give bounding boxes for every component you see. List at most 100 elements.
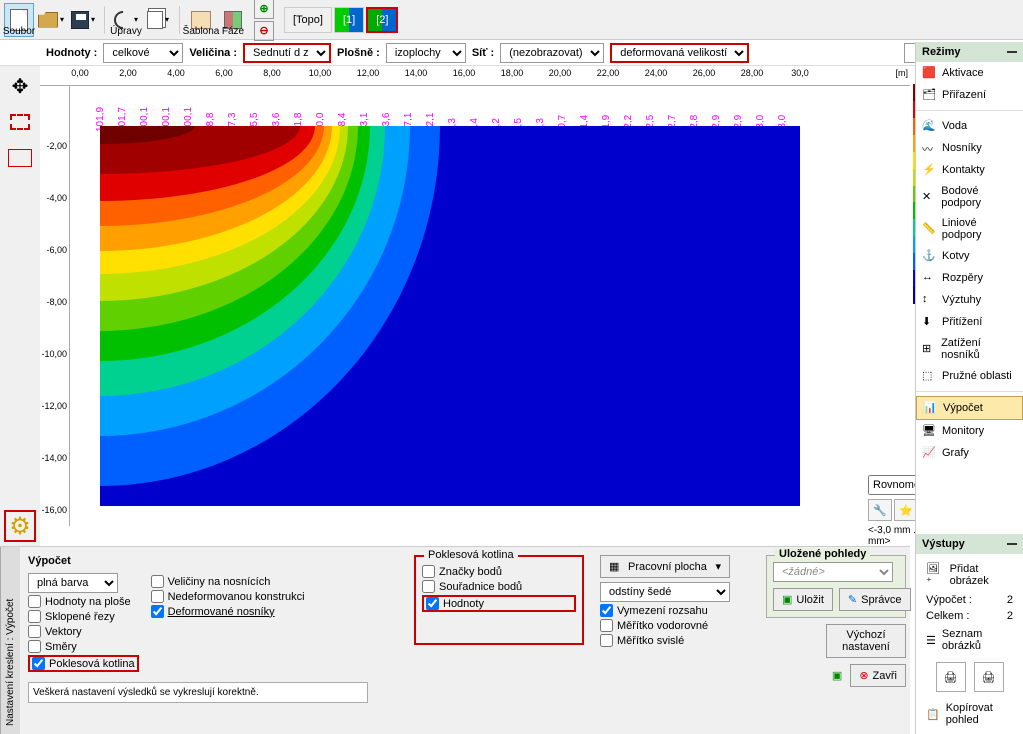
mode-icon: ↕ (922, 293, 936, 307)
shades-select[interactable]: odstíny šedé (600, 582, 730, 602)
deformed-beams-checkbox[interactable] (151, 605, 164, 618)
surface-label: Plošně : (337, 47, 380, 59)
mode-label: Přitížení (942, 316, 982, 328)
undo-button[interactable]: ▾Úpravy (111, 3, 141, 37)
mode-item-kontakty[interactable]: ⚡Kontakty (916, 159, 1023, 181)
values-checkbox[interactable] (426, 597, 439, 610)
outputs-header: Výstupy (916, 534, 1023, 554)
mode-item-pružné-oblasti[interactable]: ⬚Pružné oblasti (916, 365, 1023, 387)
workspace-button[interactable]: ▦Pracovní plocha▾ (600, 555, 730, 578)
mode-item-výpočet[interactable]: 📊Výpočet (916, 396, 1023, 420)
mode-item-voda[interactable]: 🌊Voda (916, 115, 1023, 137)
tilted-checkbox[interactable] (28, 610, 41, 623)
mode-item-grafy[interactable]: 📈Grafy (916, 442, 1023, 464)
close-button[interactable]: ⊗Zavři (850, 664, 906, 687)
apply-icon[interactable]: ▣ (832, 669, 842, 682)
mode-icon: ⊞ (922, 342, 935, 356)
mode-item-nosníky[interactable]: 〰Nosníky (916, 137, 1023, 159)
point-marks-label: Značky bodů (439, 566, 502, 578)
save-view-button[interactable]: ▣Uložit (773, 588, 833, 611)
subsidence-legend: Poklesová kotlina (424, 549, 518, 561)
mode-item-zatížení-nosníků[interactable]: ⊞Zatížení nosníků (916, 333, 1023, 365)
add-image-label: Přidat obrázek (950, 563, 1013, 587)
mode-label: Rozpěry (942, 272, 983, 284)
mode-icon: 🟥 (922, 66, 936, 80)
quantity-label: Veličina : (189, 47, 237, 59)
mode-icon: 📈 (922, 446, 936, 460)
mode-item-aktivace[interactable]: 🟥Aktivace (916, 62, 1023, 84)
stage-tab-1[interactable]: [1] (334, 7, 364, 33)
mode-item-výztuhy[interactable]: ↕Výztuhy (916, 289, 1023, 311)
tilted-label: Sklopené řezy (45, 611, 115, 623)
legend-tool-wrench[interactable]: 🔧 (868, 499, 892, 521)
surface-select[interactable]: izoplochy (386, 43, 466, 63)
copy-view-button[interactable]: 📋Kopírovat pohled (920, 698, 1019, 730)
saved-views-select[interactable]: <žádné> (773, 562, 893, 582)
values-select[interactable]: celkové (103, 43, 183, 63)
mode-item-kotvy[interactable]: ⚓Kotvy (916, 245, 1023, 267)
ruler-tick: 6,00 (215, 68, 233, 78)
stage-tab-2[interactable]: [2] (366, 7, 398, 33)
hscale-checkbox[interactable] (600, 619, 613, 632)
settings-button[interactable]: ⚙ (4, 510, 36, 542)
add-image-button[interactable]: 🖼⁺Přidat obrázek (920, 558, 1019, 592)
mode-label: Kotvy (942, 250, 970, 262)
remove-stage-button[interactable]: ⊖ (254, 21, 274, 41)
left-toolbar: ✥ ⚙ (0, 66, 40, 546)
zoom-fit-button[interactable] (4, 142, 36, 174)
undeformed-label: Nedeformovanou konstrukci (168, 591, 305, 603)
mode-item-monitory[interactable]: 🖥Monitory (916, 420, 1023, 442)
minimize-icon[interactable] (1007, 51, 1017, 53)
mode-icon: 📏 (922, 222, 936, 236)
print-color-button[interactable]: 🖨 (974, 662, 1004, 692)
range-checkbox[interactable] (600, 604, 613, 617)
subsidence-label: Poklesová kotlina (49, 658, 135, 670)
fill-select[interactable]: plná barva (28, 573, 118, 593)
coords-checkbox[interactable] (422, 580, 435, 593)
image-list-button[interactable]: ☰Seznam obrázků (920, 624, 1019, 656)
manager-label: Správce (861, 594, 901, 606)
deform-select[interactable]: deformovaná velikostí (610, 43, 749, 63)
phase-button[interactable]: Fáze (218, 3, 248, 37)
vscale-checkbox[interactable] (600, 634, 613, 647)
mode-item-přiřazení[interactable]: 🗂Přiřazení (916, 84, 1023, 106)
stage-tab-topo[interactable]: [Topo] (284, 7, 332, 33)
copy-button[interactable]: ▾ (143, 3, 173, 37)
mode-item-přitížení[interactable]: ⬇Přitížení (916, 311, 1023, 333)
new-file-button[interactable]: Soubor (4, 3, 34, 37)
subsidence-checkbox[interactable] (32, 657, 45, 670)
ruler-tick: 14,00 (405, 68, 428, 78)
chevron-down-icon: ▾ (91, 15, 95, 24)
print-button[interactable]: 🖨 (936, 662, 966, 692)
beam-quantities-checkbox[interactable] (151, 575, 164, 588)
plot-area[interactable]: 101,9101,7100,1100,1100,198,897,395,593,… (70, 86, 910, 526)
mesh-select[interactable]: (nezobrazovat) (500, 43, 604, 63)
template-button[interactable]: Šablona (186, 3, 216, 37)
minimize-icon[interactable] (1007, 543, 1017, 545)
ruler-tick: 24,00 (645, 68, 668, 78)
mode-item-liniové-podpory[interactable]: 📏Liniové podpory (916, 213, 1023, 245)
default-label: Výchozí nastavení (835, 629, 897, 653)
quantity-select[interactable]: Sednutí d z (243, 43, 331, 63)
point-marks-checkbox[interactable] (422, 565, 435, 578)
range-label: Vymezení rozsahu (617, 605, 708, 617)
mode-item-bodové-podpory[interactable]: ✕Bodové podpory (916, 181, 1023, 213)
add-stage-button[interactable]: ⊕ (254, 0, 274, 19)
zoom-rect-button[interactable] (4, 106, 36, 138)
save-file-button[interactable]: ▾ (68, 3, 98, 37)
manager-button[interactable]: ✎Správce (839, 588, 911, 611)
vectors-checkbox[interactable] (28, 625, 41, 638)
open-file-button[interactable]: ▾ (36, 3, 66, 37)
surface-values-checkbox[interactable] (28, 595, 41, 608)
default-settings-button[interactable]: Výchozí nastavení (826, 624, 906, 658)
mode-item-rozpěry[interactable]: ↔Rozpěry (916, 267, 1023, 289)
pan-button[interactable]: ✥ (4, 70, 36, 102)
save-view-label: Uložit (796, 594, 824, 606)
coords-label: Souřadnice bodů (439, 581, 522, 593)
ruler-tick: 8,00 (263, 68, 281, 78)
directions-checkbox[interactable] (28, 640, 41, 653)
separator (916, 391, 1023, 392)
open-icon (38, 12, 58, 28)
undeformed-checkbox[interactable] (151, 590, 164, 603)
template-label: Šablona (183, 26, 220, 37)
